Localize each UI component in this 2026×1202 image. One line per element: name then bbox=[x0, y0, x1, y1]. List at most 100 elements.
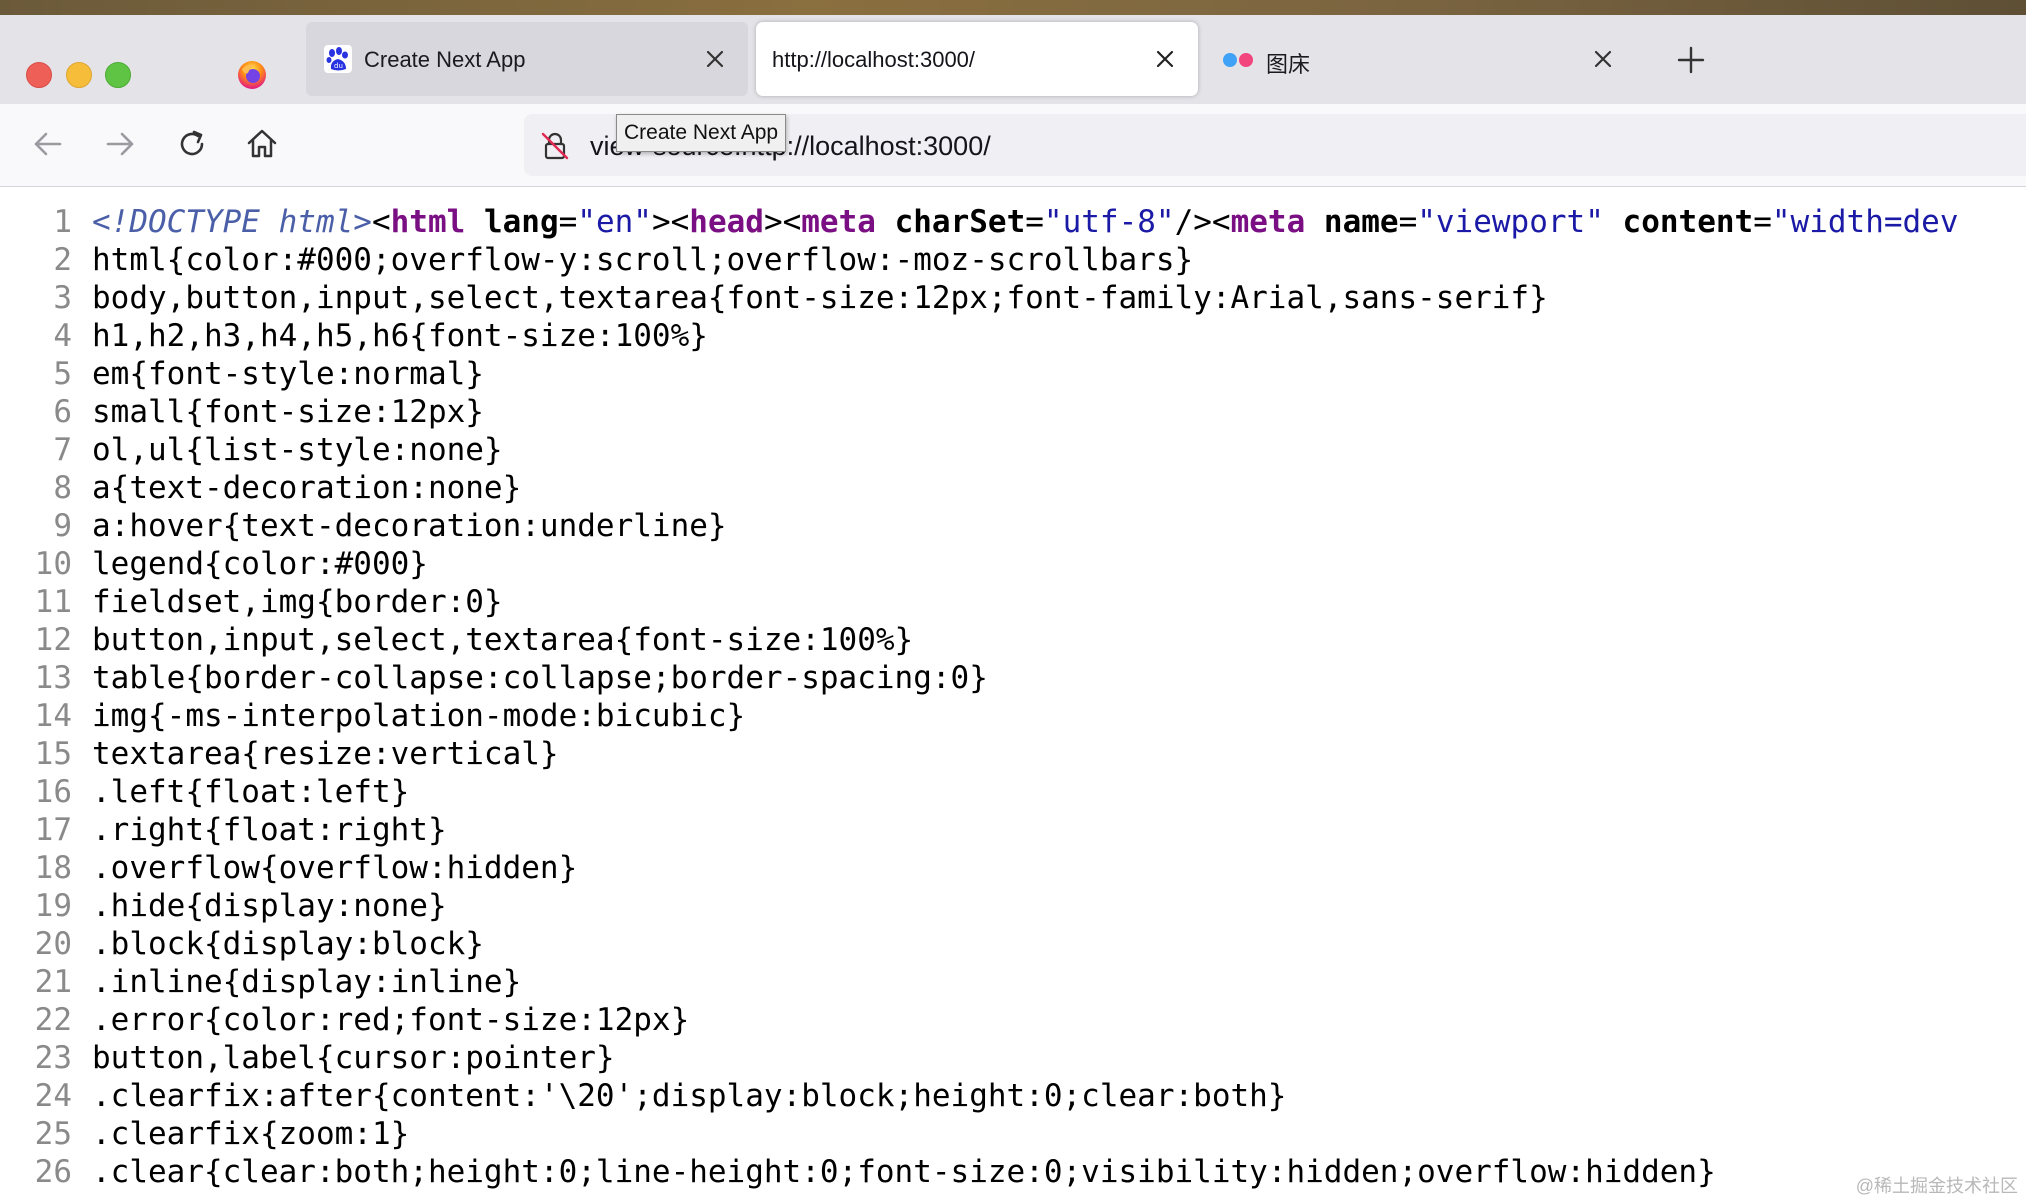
line-number: 2 bbox=[53, 242, 72, 278]
line-number: 18 bbox=[34, 850, 72, 886]
source-line: 7 ol,ul{list-style:none} bbox=[0, 431, 502, 469]
source-text: h1,h2,h3,h4,h5,h6{font-size:100%} bbox=[92, 318, 708, 354]
source-text: a{text-decoration:none} bbox=[92, 470, 522, 506]
punctuation: />< bbox=[1174, 204, 1231, 240]
line-number: 6 bbox=[53, 394, 72, 430]
source-text: .clear{clear:both;height:0;line-height:0… bbox=[92, 1154, 1716, 1190]
tab-image-host[interactable]: 图床 bbox=[1206, 22, 1646, 96]
line-number: 25 bbox=[34, 1116, 72, 1152]
line-number: 3 bbox=[53, 280, 72, 316]
source-line: 19 .hide{display:none} bbox=[0, 887, 447, 925]
new-tab-plus-icon[interactable] bbox=[1676, 45, 1706, 75]
line-number: 4 bbox=[53, 318, 72, 354]
window-minimize-button[interactable] bbox=[66, 62, 92, 88]
source-line: 16 .left{float:left} bbox=[0, 773, 410, 811]
close-tab-icon[interactable] bbox=[702, 46, 728, 72]
punctuation: >< bbox=[651, 204, 690, 240]
source-text: .hide{display:none} bbox=[92, 888, 447, 924]
punctuation: >< bbox=[763, 204, 802, 240]
svg-text:du: du bbox=[334, 62, 343, 70]
source-text: .overflow{overflow:hidden} bbox=[92, 850, 578, 886]
attribute-value: "en" bbox=[577, 204, 652, 240]
source-text: .block{display:block} bbox=[92, 926, 484, 962]
source-text: em{font-style:normal} bbox=[92, 356, 484, 392]
line-number: 14 bbox=[34, 698, 72, 734]
source-text: .clearfix{zoom:1} bbox=[92, 1116, 410, 1152]
tag-name: meta bbox=[801, 204, 876, 240]
view-source-content: 1 <!DOCTYPE html><html lang="en"><head><m… bbox=[0, 187, 2026, 1202]
source-line: 21 .inline{display:inline} bbox=[0, 963, 522, 1001]
window-close-button[interactable] bbox=[26, 62, 52, 88]
source-line: 24 .clearfix:after{content:'\20';display:… bbox=[0, 1077, 1287, 1115]
back-arrow-icon[interactable] bbox=[30, 126, 66, 162]
home-icon[interactable] bbox=[244, 126, 280, 162]
source-line: 25 .clearfix{zoom:1} bbox=[0, 1115, 410, 1153]
tab-localhost[interactable]: http://localhost:3000/ bbox=[756, 22, 1198, 96]
reload-icon[interactable] bbox=[174, 126, 210, 162]
navigation-toolbar: view-source:http://localhost:3000/ bbox=[0, 104, 2026, 187]
baidu-paw-icon: du bbox=[324, 45, 352, 73]
source-text: .left{float:left} bbox=[92, 774, 410, 810]
source-line-1: 1 <!DOCTYPE html><html lang="en"><head><m… bbox=[0, 203, 1958, 241]
line-number: 11 bbox=[34, 584, 72, 620]
source-text: a:hover{text-decoration:underline} bbox=[92, 508, 727, 544]
source-text: body,button,input,select,textarea{font-s… bbox=[92, 280, 1548, 316]
source-text: .right{float:right} bbox=[92, 812, 447, 848]
line-number: 17 bbox=[34, 812, 72, 848]
source-line: 14 img{-ms-interpolation-mode:bicubic} bbox=[0, 697, 746, 735]
attribute-name: content bbox=[1622, 204, 1754, 240]
source-line: 20 .block{display:block} bbox=[0, 925, 484, 963]
tab-create-next-app[interactable]: du Create Next App bbox=[306, 22, 748, 96]
source-line: 5 em{font-style:normal} bbox=[0, 355, 484, 393]
tab-title: http://localhost:3000/ bbox=[772, 47, 976, 72]
firefox-icon[interactable] bbox=[236, 59, 268, 91]
source-text: img{-ms-interpolation-mode:bicubic} bbox=[92, 698, 746, 734]
source-line: 26 .clear{clear:both;height:0;line-height… bbox=[0, 1153, 1716, 1191]
source-text: small{font-size:12px} bbox=[92, 394, 484, 430]
source-line: 3 body,button,input,select,textarea{font-… bbox=[0, 279, 1548, 317]
tab-title: 图床 bbox=[1266, 52, 1311, 77]
punctuation: < bbox=[371, 204, 391, 240]
source-text: textarea{resize:vertical} bbox=[92, 736, 559, 772]
tab-tooltip: Create Next App bbox=[616, 114, 787, 152]
line-number: 19 bbox=[34, 888, 72, 924]
line-number: 20 bbox=[34, 926, 72, 962]
source-text: html{color:#000;overflow-y:scroll;overfl… bbox=[92, 242, 1194, 278]
line-number: 9 bbox=[53, 508, 72, 544]
flickr-dots-icon bbox=[1223, 53, 1253, 67]
source-text: .clearfix:after{content:'\20';display:bl… bbox=[92, 1078, 1287, 1114]
window-zoom-button[interactable] bbox=[105, 62, 131, 88]
source-text: button,input,select,textarea{font-size:1… bbox=[92, 622, 914, 658]
line-number: 7 bbox=[53, 432, 72, 468]
source-line: 6 small{font-size:12px} bbox=[0, 393, 484, 431]
attribute-name: name bbox=[1323, 204, 1399, 240]
line-number: 21 bbox=[34, 964, 72, 1000]
attribute-value: "utf-8" bbox=[1043, 204, 1175, 240]
insecure-lock-icon[interactable] bbox=[540, 131, 570, 161]
tag-name: meta bbox=[1230, 204, 1306, 240]
attribute-name: lang bbox=[483, 204, 559, 240]
attribute-name: charSet bbox=[894, 204, 1026, 240]
close-tab-icon[interactable] bbox=[1590, 46, 1616, 72]
source-line: 2 html{color:#000;overflow-y:scroll;overf… bbox=[0, 241, 1193, 279]
line-number: 22 bbox=[34, 1002, 72, 1038]
forward-arrow-icon[interactable] bbox=[102, 126, 138, 162]
line-number: 16 bbox=[34, 774, 72, 810]
source-text: legend{color:#000} bbox=[92, 546, 428, 582]
source-line: 4 h1,h2,h3,h4,h5,h6{font-size:100%} bbox=[0, 317, 708, 355]
source-text: button,label{cursor:pointer} bbox=[92, 1040, 615, 1076]
desktop-menubar-strip bbox=[0, 0, 2026, 15]
source-line: 11 fieldset,img{border:0} bbox=[0, 583, 503, 621]
source-line: 9 a:hover{text-decoration:underline} bbox=[0, 507, 727, 545]
line-number: 5 bbox=[53, 356, 72, 392]
line-number: 26 bbox=[34, 1154, 72, 1190]
source-text: fieldset,img{border:0} bbox=[92, 584, 503, 620]
line-number: 10 bbox=[34, 546, 72, 582]
tab-title: Create Next App bbox=[364, 47, 526, 72]
close-tab-icon[interactable] bbox=[1152, 46, 1178, 72]
line-number: 8 bbox=[53, 470, 72, 506]
source-line: 18 .overflow{overflow:hidden} bbox=[0, 849, 578, 887]
tag-name: head bbox=[689, 204, 764, 240]
source-line: 13 table{border-collapse:collapse;border-… bbox=[0, 659, 988, 697]
source-line: 15 textarea{resize:vertical} bbox=[0, 735, 559, 773]
